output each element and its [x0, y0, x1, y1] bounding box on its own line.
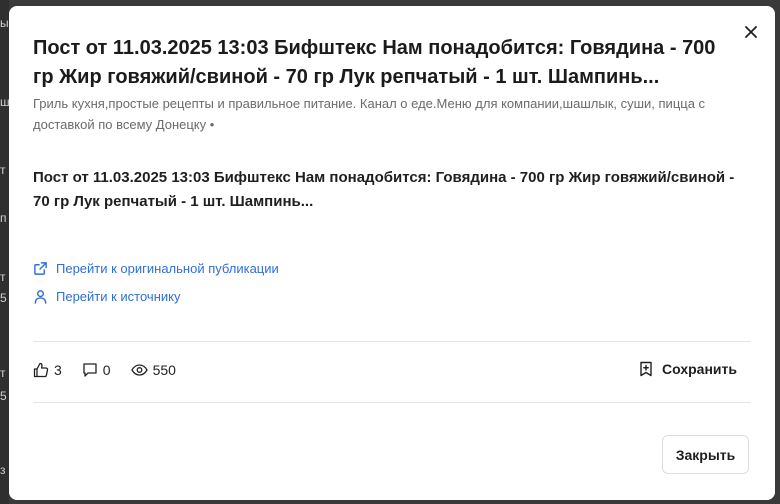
likes-stat[interactable]: 3: [33, 362, 62, 378]
likes-count: 3: [54, 362, 62, 378]
background-text: 5: [0, 291, 7, 305]
comments-stat[interactable]: 0: [82, 362, 111, 378]
background-text: т: [0, 163, 6, 177]
background-text: з: [0, 463, 6, 477]
post-modal: Пост от 11.03.2025 13:03 Бифштекс Нам по…: [9, 6, 775, 500]
thumbs-up-icon: [33, 362, 49, 378]
divider: [33, 341, 751, 342]
background-text: ы: [0, 16, 9, 30]
divider: [33, 402, 751, 403]
views-stat: 550: [130, 362, 176, 378]
background-page: ы ш т п т 5 т 5 з: [0, 0, 9, 504]
close-icon: [745, 26, 757, 38]
comments-count: 0: [102, 362, 111, 378]
eye-icon: [130, 364, 148, 376]
background-text: п: [0, 211, 7, 225]
channel-description: Гриль кухня,простые рецепты и правильное…: [33, 96, 706, 132]
close-button[interactable]: Закрыть: [662, 435, 749, 474]
open-source-label: Перейти к источнику: [56, 289, 181, 304]
save-button[interactable]: Сохранить: [639, 361, 737, 377]
user-icon: [34, 290, 47, 304]
background-text: 5: [0, 389, 7, 403]
post-title: Пост от 11.03.2025 13:03 Бифштекс Нам по…: [33, 37, 716, 88]
open-source-link[interactable]: Перейти к источнику: [33, 289, 180, 304]
background-text: ш: [0, 95, 9, 109]
close-icon-button[interactable]: [741, 22, 761, 42]
views-count: 550: [152, 362, 176, 378]
post-body: Пост от 11.03.2025 13:03 Бифштекс Нам по…: [33, 169, 735, 210]
save-label: Сохранить: [662, 361, 737, 377]
background-text: т: [0, 366, 6, 380]
post-stats: 3 0 550: [33, 362, 196, 378]
external-link-icon: [34, 262, 47, 275]
comment-icon: [83, 363, 97, 377]
bookmark-add-icon: [640, 361, 652, 377]
open-original-label: Перейти к оригинальной публикации: [56, 261, 279, 276]
open-original-link[interactable]: Перейти к оригинальной публикации: [33, 261, 279, 276]
background-text: т: [0, 270, 6, 284]
